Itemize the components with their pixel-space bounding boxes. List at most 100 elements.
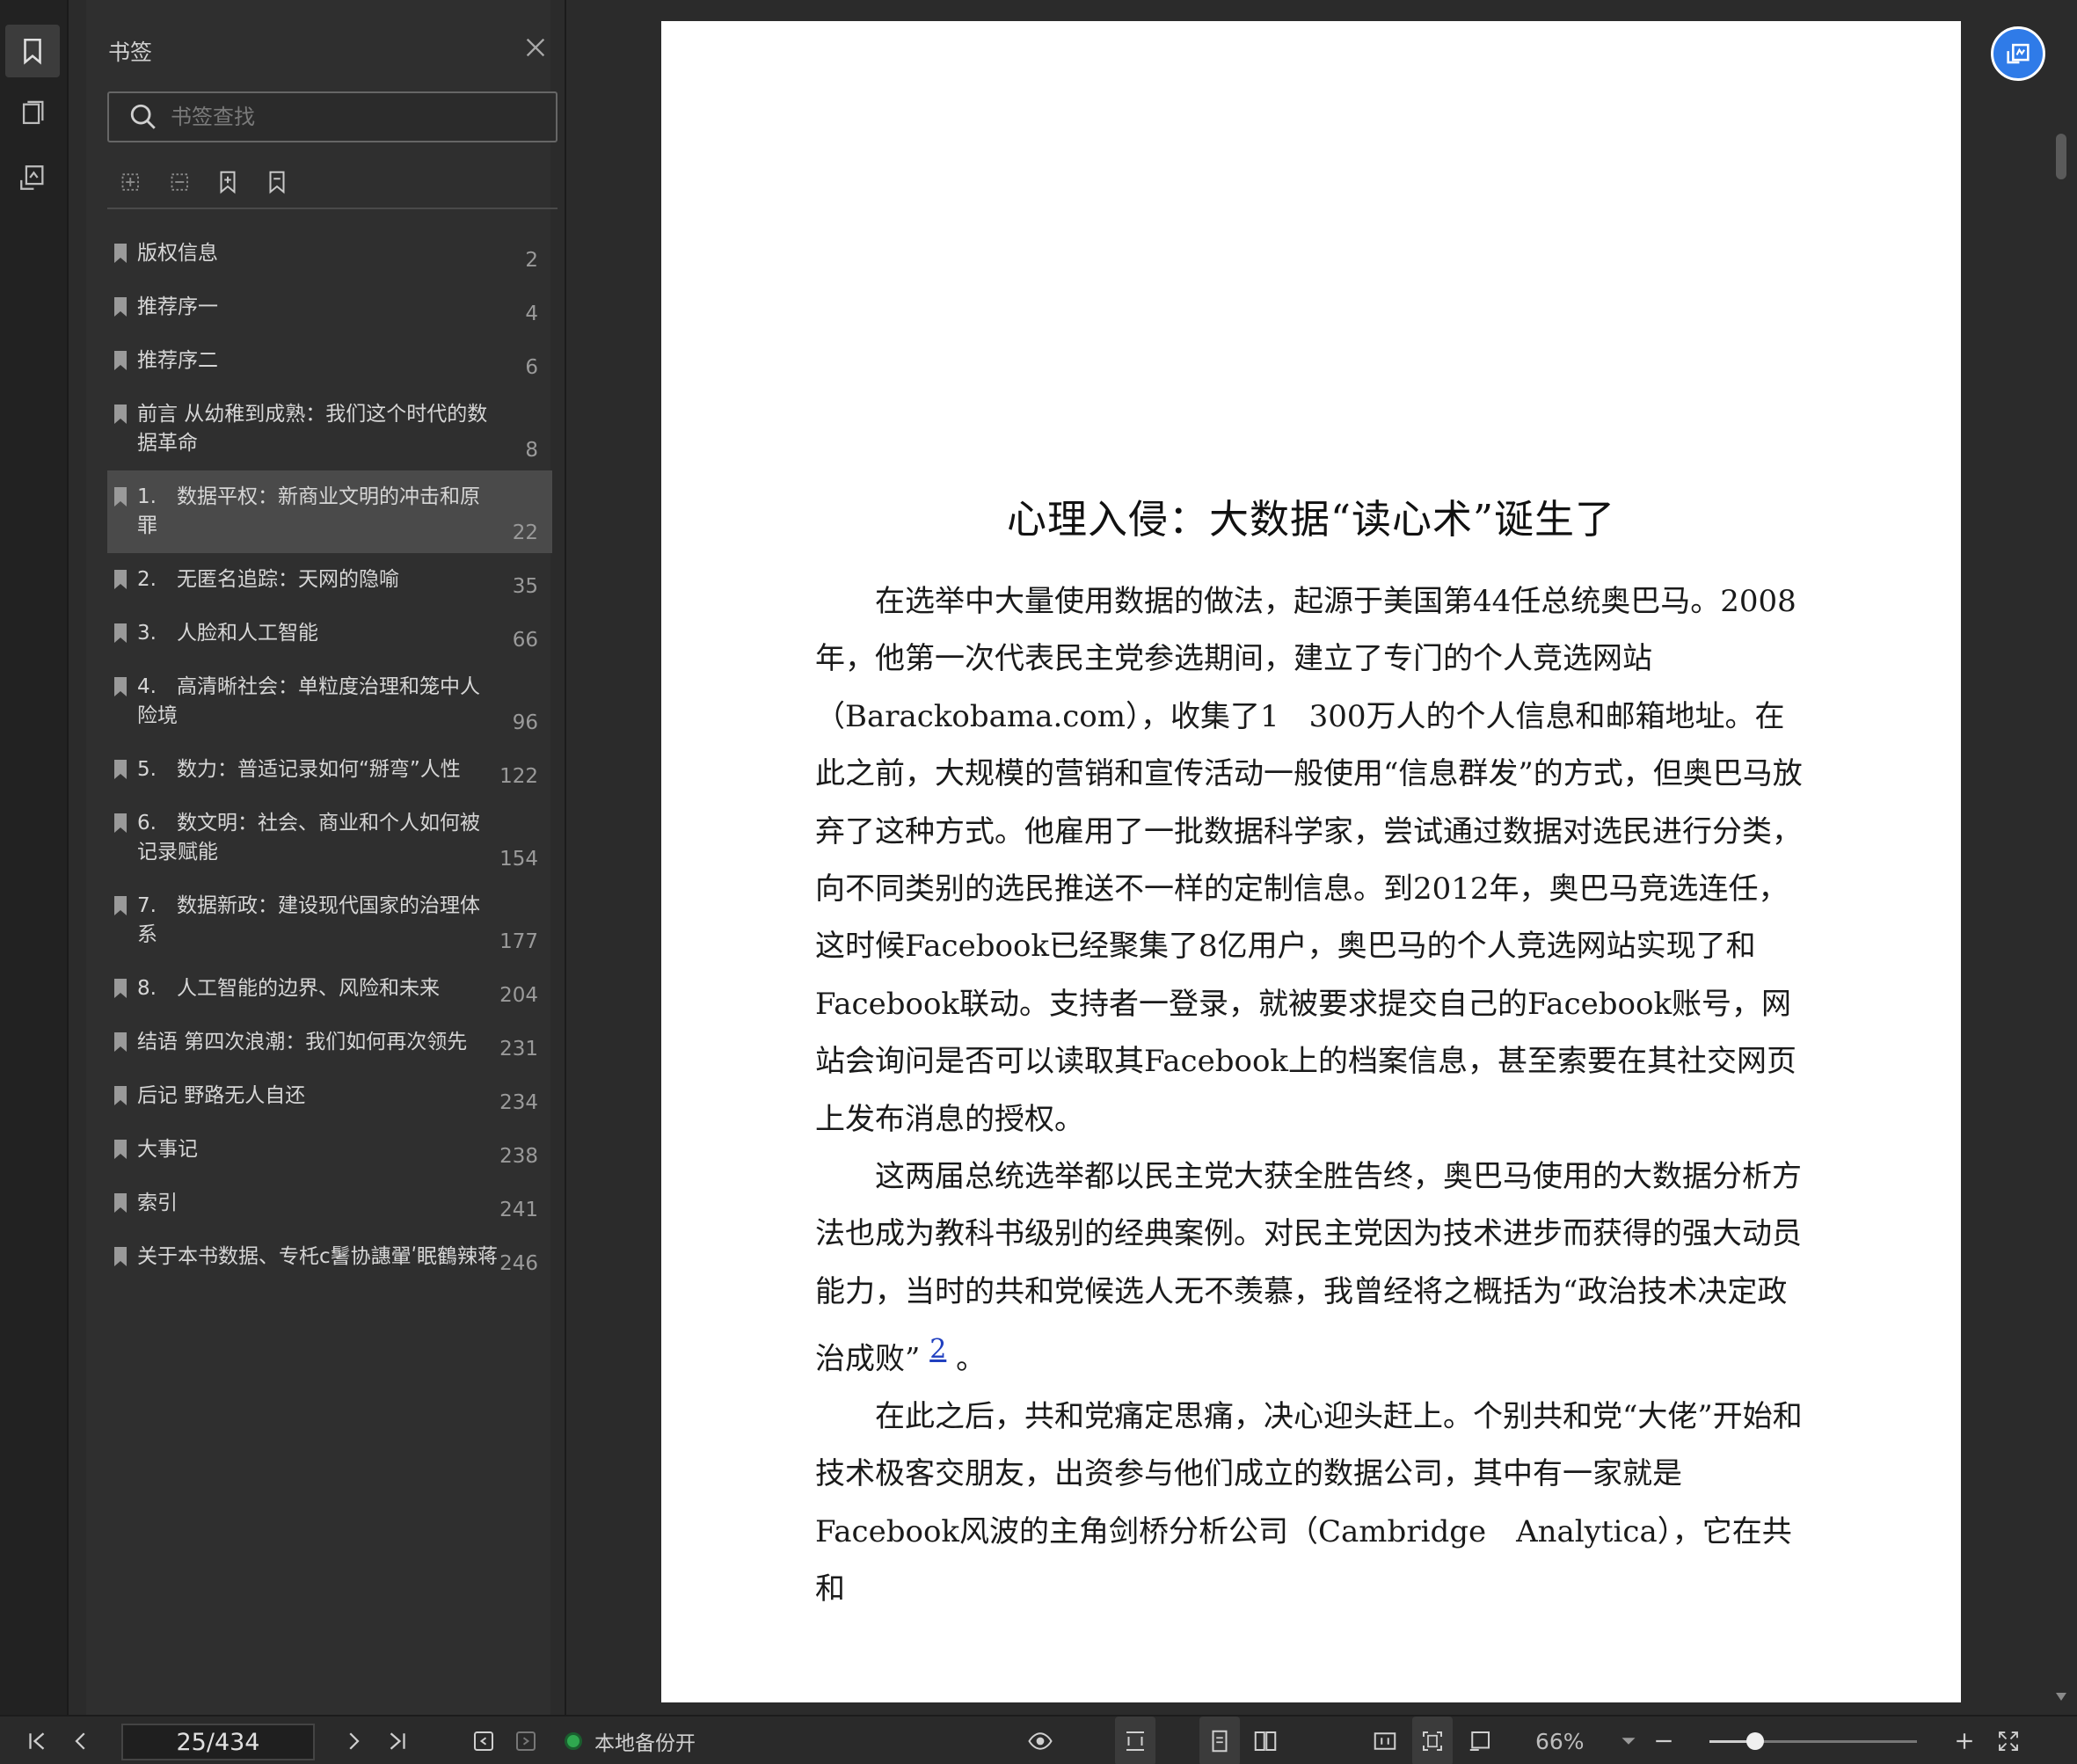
- zoom-slider-knob[interactable]: [1745, 1732, 1764, 1750]
- bookmark-page: 234: [499, 1091, 538, 1114]
- remove-bookmark-icon[interactable]: [264, 167, 290, 197]
- bookmark-search-box[interactable]: [107, 91, 558, 142]
- bookmark-label: 6. 数文明：社会、商业和个人如何被记录赋能: [137, 812, 480, 864]
- panel-title: 书签: [108, 40, 153, 65]
- bookmark-page: 2: [525, 249, 538, 272]
- zoom-dropdown-icon[interactable]: [1614, 1717, 1643, 1764]
- bookmark-page: 177: [499, 930, 538, 953]
- bookmark-item[interactable]: 4. 高清晰社会：单粒度治理和笼中人险境 96: [107, 660, 552, 743]
- fit-width-icon[interactable]: [1460, 1717, 1500, 1764]
- bookmark-label: 结语 第四次浪潮：我们如何再次领先: [137, 1031, 468, 1053]
- double-page-icon[interactable]: [1245, 1717, 1286, 1764]
- thumbnail-panel-icon[interactable]: [5, 88, 60, 141]
- expand-all-icon[interactable]: [116, 167, 142, 197]
- vertical-scrollbar[interactable]: [2054, 123, 2068, 1706]
- last-page-icon[interactable]: [380, 1717, 415, 1764]
- zoom-slider[interactable]: [1709, 1732, 1917, 1750]
- bookmark-item[interactable]: 1. 数据平权：新商业文明的冲击和原罪 22: [107, 470, 552, 553]
- scrollbar-thumb[interactable]: [2056, 134, 2066, 179]
- bookmark-search-input[interactable]: [171, 105, 522, 129]
- bookmark-item[interactable]: 推荐序二 6: [107, 334, 552, 388]
- zoom-level[interactable]: 66%: [1535, 1717, 1585, 1764]
- bookmark-label: 1. 数据平权：新商业文明的冲击和原罪: [137, 485, 480, 537]
- bookmark-icon: [114, 570, 127, 589]
- bookmark-item[interactable]: 索引 241: [107, 1177, 552, 1230]
- bookmark-item[interactable]: 后记 野路无人自还 234: [107, 1069, 552, 1123]
- bookmark-icon: [114, 760, 127, 779]
- bookmark-page: 96: [512, 711, 538, 734]
- bookmark-item[interactable]: 前言 从幼稚到成熟：我们这个时代的数据革命 8: [107, 388, 552, 470]
- bookmark-panel-icon[interactable]: [5, 25, 60, 77]
- panel-divider: [107, 208, 558, 209]
- convert-icon: [2007, 43, 2030, 64]
- bookmark-item[interactable]: 7. 数据新政：建设现代国家的治理体系 177: [107, 879, 552, 962]
- bookmark-icon: [114, 677, 127, 696]
- close-icon[interactable]: [521, 33, 550, 62]
- bookmark-icon: [114, 297, 127, 317]
- bookmark-icon: [114, 487, 127, 507]
- paragraph: 在选举中大量使用数据的做法，起源于美国第44任总统奥巴马。2008年，他第一次代…: [815, 584, 1803, 1137]
- prev-page-icon[interactable]: [63, 1717, 98, 1764]
- back-icon[interactable]: [466, 1717, 501, 1764]
- bookmark-label: 前言 从幼稚到成熟：我们这个时代的数据革命: [137, 403, 488, 455]
- bookmark-item[interactable]: 6. 数文明：社会、商业和个人如何被记录赋能 154: [107, 797, 552, 879]
- backup-status[interactable]: 本地备份开: [565, 1717, 696, 1764]
- bookmark-page: 238: [499, 1145, 538, 1168]
- annotation-panel-icon[interactable]: [5, 151, 60, 204]
- page-body: 在选举中大量使用数据的做法，起源于美国第44任总统奥巴马。2008年，他第一次代…: [815, 573, 1809, 1619]
- bookmark-page: 231: [499, 1038, 538, 1061]
- bookmark-icon: [114, 405, 127, 424]
- first-page-icon[interactable]: [19, 1717, 55, 1764]
- scroll-down-arrow[interactable]: [2056, 1693, 2066, 1701]
- bookmark-item[interactable]: 结语 第四次浪潮：我们如何再次领先 231: [107, 1016, 552, 1069]
- bookmark-label: 3. 人脸和人工智能: [137, 622, 318, 645]
- bookmark-icon: [114, 1086, 127, 1105]
- convert-document-button[interactable]: [1991, 26, 2045, 81]
- next-page-icon[interactable]: [336, 1717, 371, 1764]
- bookmark-item[interactable]: 5. 数力：普适记录如何“掰弯”人性 122: [107, 743, 552, 797]
- bookmark-icon: [114, 1032, 127, 1052]
- continuous-scroll-icon[interactable]: [1115, 1717, 1155, 1764]
- bookmark-page: 22: [512, 521, 538, 544]
- bookmark-label: 版权信息: [137, 242, 218, 265]
- bookmark-item[interactable]: 推荐序一 4: [107, 281, 552, 334]
- bookmark-label: 大事记: [137, 1138, 198, 1161]
- bookmark-item[interactable]: 2. 无匿名追踪：天网的隐喻 35: [107, 553, 552, 607]
- forward-icon[interactable]: [508, 1717, 543, 1764]
- bookmark-label: 推荐序一: [137, 295, 218, 318]
- bookmark-label: 2. 无匿名追踪：天网的隐喻: [137, 568, 399, 591]
- zoom-out-icon[interactable]: [1646, 1717, 1681, 1764]
- backup-label: 本地备份开: [594, 1732, 696, 1755]
- bookmark-item[interactable]: 大事记 238: [107, 1123, 552, 1177]
- bookmark-page: 8: [525, 439, 538, 462]
- paragraph-end: 。: [956, 1341, 987, 1377]
- zoom-in-icon[interactable]: [1947, 1717, 1982, 1764]
- bookmark-item[interactable]: 3. 人脸和人工智能 66: [107, 607, 552, 660]
- bookmark-toolbar: [116, 167, 290, 197]
- add-bookmark-icon[interactable]: [215, 167, 241, 197]
- bookmark-icon: [114, 623, 127, 643]
- document-viewport[interactable]: 心理入侵：大数据“读心术”诞生了 在选举中大量使用数据的做法，起源于美国第44任…: [565, 0, 2077, 1715]
- collapse-all-icon[interactable]: [165, 167, 192, 197]
- paragraph: 在此之后，共和党痛定思痛，决心迎头赶上。个别共和党“大佬”开始和技术极客交朋友，…: [815, 1399, 1803, 1607]
- document-page: 心理入侵：大数据“读心术”诞生了 在选举中大量使用数据的做法，起源于美国第44任…: [661, 21, 1961, 1702]
- page-number-input[interactable]: 25/434: [121, 1724, 315, 1760]
- bookmark-page: 4: [525, 303, 538, 325]
- fullscreen-icon[interactable]: [1989, 1717, 2028, 1764]
- actual-size-icon[interactable]: [1365, 1717, 1405, 1764]
- backup-status-dot: [565, 1732, 582, 1750]
- bookmark-icon: [114, 351, 127, 370]
- eye-protection-icon[interactable]: [1013, 1717, 1068, 1764]
- single-page-icon[interactable]: [1199, 1717, 1240, 1764]
- bookmark-icon: [114, 244, 127, 263]
- bookmark-item[interactable]: 关于本书数据、专杔c鬐协譓翬ʹ眠鶴辣蒋 246: [107, 1230, 552, 1284]
- bookmark-label: 关于本书数据、专杔c鬐协譓翬ʹ眠鶴辣蒋: [137, 1245, 499, 1268]
- bookmark-label: 5. 数力：普适记录如何“掰弯”人性: [137, 758, 461, 781]
- bookmark-item[interactable]: 版权信息 2: [107, 227, 552, 281]
- bookmark-icon: [114, 1247, 127, 1266]
- fit-page-icon[interactable]: [1412, 1717, 1453, 1764]
- bookmark-page: 6: [525, 356, 538, 379]
- bookmark-page: 246: [499, 1252, 538, 1275]
- footnote-link[interactable]: 2: [929, 1334, 946, 1365]
- bookmark-item[interactable]: 8. 人工智能的边界、风险和未来 204: [107, 962, 552, 1016]
